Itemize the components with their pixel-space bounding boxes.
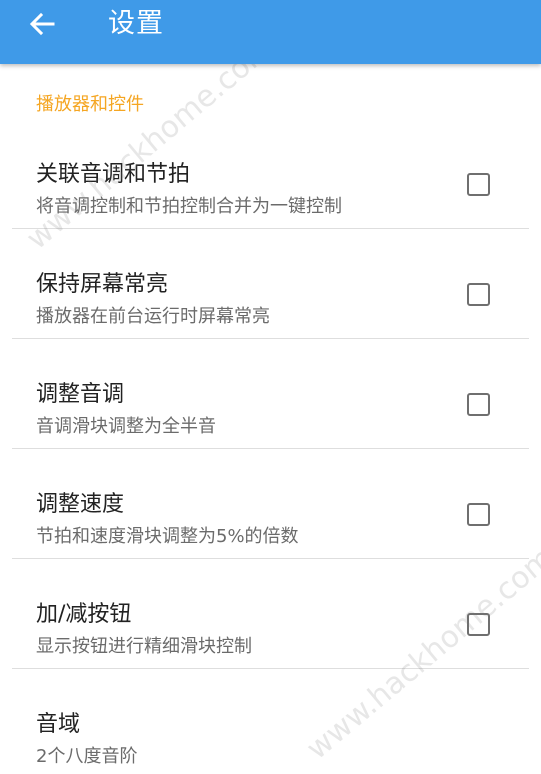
setting-link-pitch-tempo[interactable]: 关联音调和节拍 将音调控制和节拍控制合并为一键控制 bbox=[0, 142, 541, 252]
divider bbox=[12, 338, 529, 339]
setting-plus-minus-buttons[interactable]: 加/减按钮 显示按钮进行精细滑块控制 bbox=[0, 582, 541, 692]
setting-summary: 显示按钮进行精细滑块控制 bbox=[36, 636, 252, 657]
setting-adjust-pitch[interactable]: 调整音调 音调滑块调整为全半音 bbox=[0, 362, 541, 472]
setting-summary: 音调滑块调整为全半音 bbox=[36, 416, 216, 437]
setting-adjust-speed[interactable]: 调整速度 节拍和速度滑块调整为5%的倍数 bbox=[0, 472, 541, 582]
divider bbox=[12, 668, 529, 669]
setting-summary: 将音调控制和节拍控制合并为一键控制 bbox=[36, 196, 342, 217]
link-pitch-tempo-checkbox[interactable] bbox=[467, 173, 490, 196]
divider bbox=[12, 558, 529, 559]
settings-screen: 设置 播放器和控件 关联音调和节拍 将音调控制和节拍控制合并为一键控制 保持屏幕… bbox=[0, 0, 541, 774]
adjust-pitch-checkbox[interactable] bbox=[467, 393, 490, 416]
setting-summary: 播放器在前台运行时屏幕常亮 bbox=[36, 306, 270, 327]
adjust-speed-checkbox[interactable] bbox=[467, 503, 490, 526]
page-title: 设置 bbox=[108, 8, 164, 39]
setting-summary: 节拍和速度滑块调整为5%的倍数 bbox=[36, 526, 299, 547]
setting-keep-screen-on[interactable]: 保持屏幕常亮 播放器在前台运行时屏幕常亮 bbox=[0, 252, 541, 362]
section-header-player-controls: 播放器和控件 bbox=[36, 94, 144, 115]
keep-screen-on-checkbox[interactable] bbox=[467, 283, 490, 306]
setting-title: 加/减按钮 bbox=[36, 602, 132, 627]
divider bbox=[12, 228, 529, 229]
back-button[interactable] bbox=[22, 6, 62, 42]
setting-title: 关联音调和节拍 bbox=[36, 162, 191, 187]
setting-summary: 2个八度音阶 bbox=[36, 746, 138, 767]
app-toolbar: 设置 bbox=[0, 0, 541, 64]
setting-range[interactable]: 音域 2个八度音阶 bbox=[0, 692, 541, 774]
divider bbox=[12, 448, 529, 449]
setting-title: 音域 bbox=[36, 712, 81, 737]
plus-minus-buttons-checkbox[interactable] bbox=[467, 613, 490, 636]
setting-title: 保持屏幕常亮 bbox=[36, 272, 169, 297]
setting-title: 调整速度 bbox=[36, 492, 125, 517]
setting-title: 调整音调 bbox=[36, 382, 125, 407]
arrow-left-icon bbox=[29, 12, 55, 36]
